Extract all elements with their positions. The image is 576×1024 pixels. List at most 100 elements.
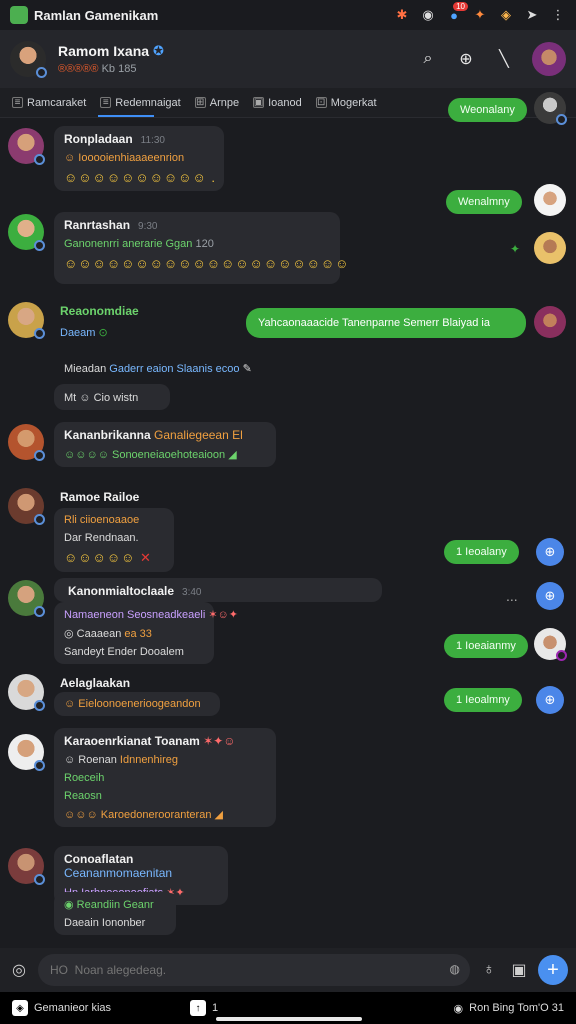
- avatar[interactable]: [8, 580, 45, 617]
- nav-left[interactable]: ◈ Gemanieor kias: [12, 1000, 111, 1016]
- sender-name: Ronpladaan 11:30: [64, 132, 214, 146]
- message-text: Sonoeneiaoehoteaioon: [111, 449, 226, 461]
- message-link[interactable]: Gaderr eaion Slaanis ecoo: [109, 363, 239, 375]
- sender-name: Reaonomdiae: [60, 304, 139, 318]
- message-card[interactable]: Kanonmialtoclaale 3:40: [54, 578, 382, 602]
- avatar[interactable]: [8, 734, 45, 771]
- subtitle-accent: ®®®®®: [58, 63, 99, 75]
- message-group[interactable]: Aelaglaakan: [60, 676, 200, 690]
- avatar[interactable]: [534, 92, 567, 125]
- outgoing-message[interactable]: 1 Ieoalany: [444, 540, 519, 564]
- avatar[interactable]: [8, 128, 45, 165]
- nav-left-label: Gemanieor kias: [34, 1002, 112, 1014]
- chat-header: Ramom Ixana ✪ ®®®®® Kb 185 ⌕ ⊕ ╲: [0, 30, 576, 88]
- message-group[interactable]: Ramoe Railoe: [60, 490, 176, 504]
- header-subtitle: ®®®®® Kb 185: [58, 63, 164, 75]
- avatar[interactable]: [534, 232, 566, 264]
- message-card[interactable]: Ronpladaan 11:30 ☺ Iooooienhiaaaeenrion ☺…: [54, 126, 224, 191]
- tab-label: Arnpe: [209, 96, 240, 109]
- avatar[interactable]: [534, 306, 566, 338]
- tab-label: Ramcaraket: [27, 96, 87, 109]
- action-button[interactable]: ⊕: [536, 538, 564, 566]
- outgoing-message[interactable]: Weonalany: [448, 98, 527, 122]
- message-list[interactable]: Weonalany Ronpladaan 11:30 ☺ Iooooienhiaa…: [0, 92, 576, 948]
- presence-dot: [36, 67, 47, 78]
- presence-dot: [34, 700, 45, 711]
- status-icons: ✱ ◉ ● 10 ✦ ◈ ➤ ⋮: [394, 1, 566, 23]
- message-card[interactable]: Karaoenrkianat Toanam ✶✦☺ ☺ Roenan Idnne…: [54, 728, 276, 827]
- message-text: Roenan: [78, 754, 117, 766]
- presence-dot: [34, 760, 45, 771]
- target-icon[interactable]: ⊕: [456, 49, 476, 69]
- message-card[interactable]: Mieadan Gaderr eaion Slaanis ecoo ✎: [54, 350, 284, 381]
- home-indicator[interactable]: [216, 1017, 362, 1021]
- contact-name: Ramom Ixana: [58, 43, 150, 59]
- message-meta: 120: [195, 238, 214, 250]
- outgoing-message[interactable]: 1 Ieoalmny: [444, 688, 522, 712]
- presence-dot: [34, 514, 45, 525]
- outgoing-message[interactable]: Wenalmny: [446, 190, 522, 214]
- message-input[interactable]: [38, 954, 470, 986]
- message-card[interactable]: Mt ☺ Cio wistn: [54, 384, 170, 410]
- status-title: Ramlan Gamenikam: [34, 7, 159, 23]
- message-text: Karoedonerooranteran: [100, 809, 212, 821]
- camera-icon[interactable]: ◎: [8, 960, 30, 980]
- tab-icon: ≡: [12, 97, 23, 108]
- action-button[interactable]: ⊕: [536, 582, 564, 610]
- flame-icon[interactable]: ✦: [472, 7, 488, 23]
- message-card[interactable]: Ranrtashan 9:30 Ganonenrri anerarie Ggan …: [54, 212, 348, 284]
- message-card[interactable]: ◉ Reandiin Geanr Daeain Iononber: [54, 892, 176, 935]
- avatar[interactable]: [8, 674, 45, 711]
- search-icon[interactable]: ⌕: [418, 50, 438, 68]
- presence-dot: [34, 240, 45, 251]
- outgoing-message[interactable]: Yahcaonaaacide Tanenparne Semerr Blaiyad…: [246, 308, 526, 338]
- avatar[interactable]: [8, 424, 45, 461]
- message-card[interactable]: Kananbrikanna Ganaliegeean El ☺☺☺☺ Sonoe…: [54, 422, 276, 467]
- message-text: Reandiin Geanr: [76, 899, 154, 911]
- presence-dot: [34, 606, 45, 617]
- message-group[interactable]: Reaonomdiae Daeam ⊙: [60, 304, 240, 339]
- tab-4[interactable]: ⊡ Mogerkat: [315, 97, 377, 109]
- tool-icon[interactable]: ✱: [394, 7, 410, 23]
- tab-0[interactable]: ≡ Ramcaraket: [12, 97, 86, 109]
- avatar[interactable]: [10, 41, 47, 78]
- avatar[interactable]: [8, 214, 45, 251]
- message-text: Daeam: [60, 327, 96, 339]
- avatar[interactable]: [534, 184, 566, 216]
- message-text: Eieloonoenerioogeandon: [78, 698, 201, 710]
- tab-2[interactable]: ⊞ Arnpe: [194, 96, 240, 109]
- tab-3[interactable]: ▣ Ioanod: [253, 97, 302, 109]
- profile-avatar[interactable]: [532, 42, 566, 76]
- sender-label: Kananbrikanna: [64, 428, 151, 442]
- presence-dot: [556, 650, 567, 661]
- notification-icon[interactable]: ● 10: [446, 1, 468, 23]
- nav-mid-icon: ↑: [190, 1000, 206, 1016]
- tab-icon: ⊡: [315, 97, 327, 108]
- message-card[interactable]: Rli ciioenoaaoe Dar Rendnaan. ☺☺☺☺☺ ✕: [54, 508, 174, 572]
- message-card[interactable]: ☺ Eieloonoenerioogeandon: [54, 692, 220, 716]
- image-icon[interactable]: ▣: [508, 960, 530, 980]
- composer-bar: ◎ ◍ ♁ ▣ +: [0, 948, 576, 992]
- send-icon[interactable]: ➤: [524, 7, 540, 23]
- shield-icon[interactable]: ◈: [498, 7, 514, 23]
- record-icon[interactable]: ◉: [420, 7, 436, 23]
- nav-mid[interactable]: ↑ 1: [190, 1000, 218, 1016]
- outgoing-message[interactable]: 1 Ioeaianmy: [444, 634, 528, 658]
- add-button[interactable]: +: [538, 955, 568, 985]
- nav-right[interactable]: ◉ Ron Bing Tom'O 31: [454, 1002, 564, 1015]
- more-icon[interactable]: ...: [506, 588, 518, 604]
- avatar[interactable]: [8, 302, 45, 339]
- action-button[interactable]: ⊕: [536, 686, 564, 714]
- avatar[interactable]: [534, 628, 567, 661]
- avatar[interactable]: [8, 488, 45, 525]
- more-icon[interactable]: ⋮: [550, 7, 566, 23]
- mic-icon[interactable]: ♁: [478, 961, 500, 979]
- message-card[interactable]: Namaeneon Seosneadkeaeli ✶☺✦ ◎ Caaaean e…: [54, 602, 238, 664]
- emoji-icon[interactable]: ◍: [450, 962, 460, 976]
- message-text: Namaeneon Seosneadkeaeli: [64, 609, 206, 621]
- notification-count: 10: [453, 1, 468, 11]
- message-line: Mieadan Gaderr eaion Slaanis ecoo ✎: [64, 363, 252, 375]
- tab-1[interactable]: ≡ Redemnaigat: [100, 97, 181, 109]
- avatar[interactable]: [8, 848, 45, 885]
- pen-icon[interactable]: ╲: [494, 49, 514, 69]
